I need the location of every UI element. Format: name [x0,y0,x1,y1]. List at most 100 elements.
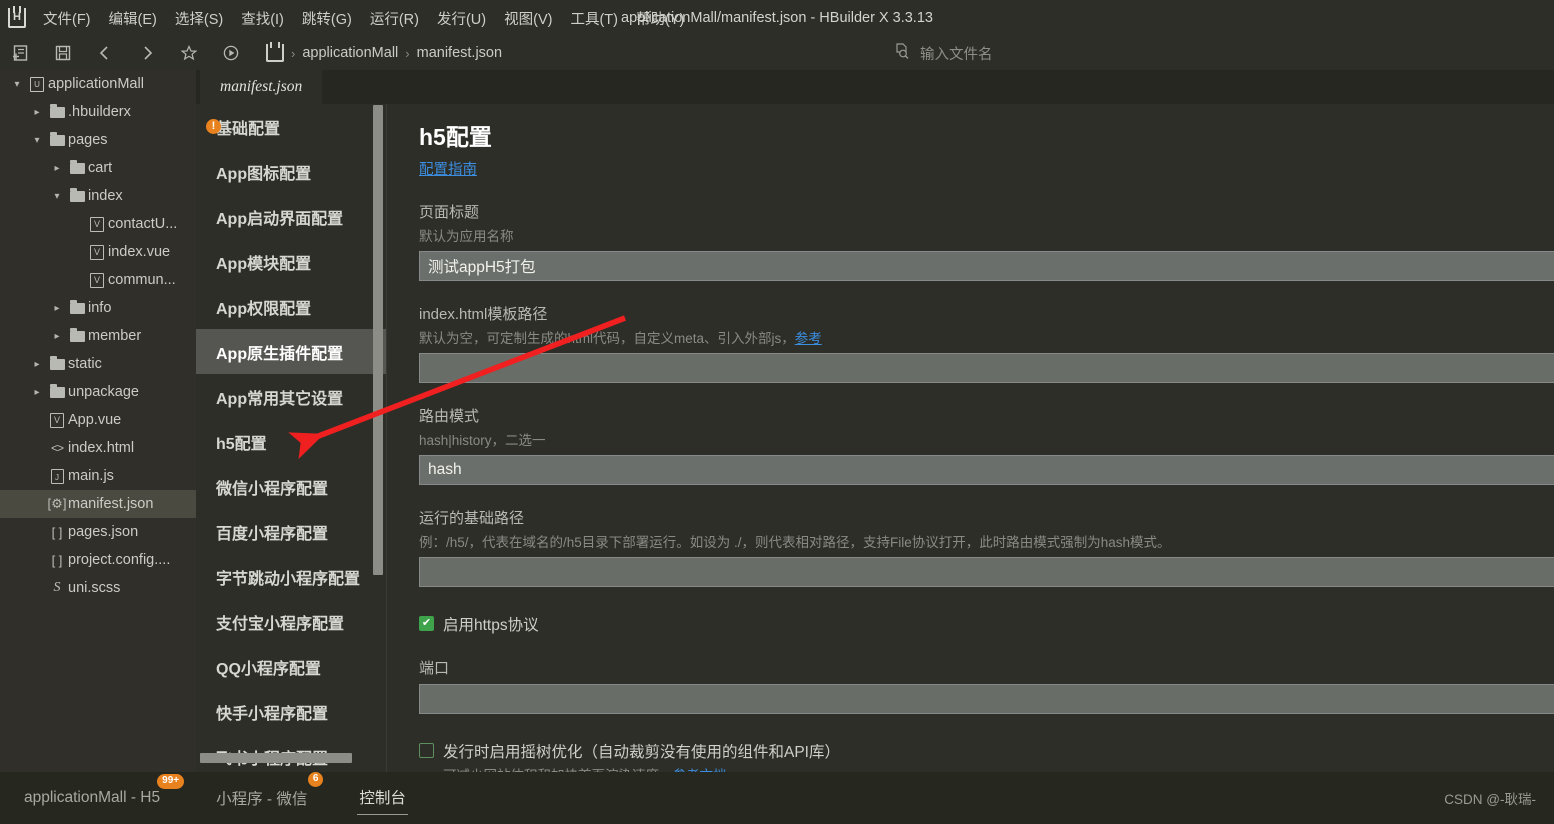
field-hint: 默认为应用名称 [419,229,514,244]
tree-item-pages[interactable]: ▾ pages [0,126,196,154]
tab-bar-filler [351,70,421,104]
config-item-label: 字节跳动小程序配置 [216,570,361,588]
tree-item-contactu---[interactable]: ▸VcontactU... [0,210,196,238]
field-hint-text: 默认为空，可定制生成的html代码，自定义meta、引入外部js， [419,331,795,346]
tree-item-label: pages.json [68,524,139,540]
back-icon[interactable] [84,36,126,70]
menu-item-run[interactable]: 运行(R) [361,4,428,33]
tree-item-pages-json[interactable]: ▸[ ]pages.json [0,518,196,546]
chevron-right-icon[interactable]: ▸ [48,331,66,342]
tree-item-member[interactable]: ▸ member [0,322,196,350]
save-icon[interactable] [42,36,84,70]
menu-item-find[interactable]: 查找(I) [232,4,293,33]
tree-item-static[interactable]: ▸ static [0,350,196,378]
field-index-html-template-path: index.html模板路径 默认为空，可定制生成的html代码，自定义meta… [419,303,1554,383]
status-tab-weixin-badge: 6 [307,772,324,787]
base-path-input[interactable] [419,557,1554,587]
tree-item-index-vue[interactable]: ▸Vindex.vue [0,238,196,266]
config-item-7[interactable]: h5配置 [196,419,386,464]
chevron-down-icon[interactable]: ▾ [28,135,46,146]
forward-icon[interactable] [126,36,168,70]
tree-shaking-checkbox[interactable] [419,743,434,758]
chevron-right-icon[interactable]: ▸ [28,387,46,398]
config-item-5[interactable]: App原生插件配置 [196,329,386,374]
field-hint-link[interactable]: 参考 [795,331,822,346]
toggle-sidebar-icon[interactable] [0,36,42,70]
tree-item-cart[interactable]: ▸ cart [0,154,196,182]
menu-item-view[interactable]: 视图(V) [495,4,561,33]
tree-item-project-config----[interactable]: ▸[ ]project.config.... [0,546,196,574]
chevron-right-icon[interactable]: ▸ [28,359,46,370]
config-list-scrollbar-horizontal[interactable] [200,753,352,763]
folder-icon [69,187,85,202]
tree-item--hbuilderx[interactable]: ▸ .hbuilderx [0,98,196,126]
favorite-icon[interactable] [168,36,210,70]
menu-item-publish[interactable]: 发行(U) [428,4,495,33]
tree-item-info[interactable]: ▸ info [0,294,196,322]
menu-item-file[interactable]: 文件(F) [34,4,100,33]
config-item-12[interactable]: QQ小程序配置 [196,644,386,689]
config-item-label: 基础配置 [216,120,281,138]
config-item-11[interactable]: 支付宝小程序配置 [196,599,386,644]
port-input[interactable] [419,684,1554,714]
menu-item-help[interactable]: 帮助(Y) [627,4,693,33]
tree-item-index[interactable]: ▾ index [0,182,196,210]
tree-item-commun---[interactable]: ▸Vcommun... [0,266,196,294]
field-label: 页面标题 [419,204,480,221]
page-title-input[interactable]: 测试appH5打包 [419,251,1554,281]
chevron-down-icon[interactable]: ▾ [8,79,26,90]
run-icon[interactable] [210,36,252,70]
tree-item-main-js[interactable]: ▸Jmain.js [0,462,196,490]
config-list-scrollbar-vertical[interactable] [373,105,383,575]
menu-item-edit[interactable]: 编辑(E) [100,4,166,33]
config-guide-link[interactable]: 配置指南 [419,158,477,179]
status-tab-console[interactable]: 控制台 [357,782,408,815]
config-item-9[interactable]: 百度小程序配置 [196,509,386,554]
page-title: h5配置 [419,124,492,150]
config-item-2[interactable]: App启动界面配置 [196,194,386,239]
config-item-0[interactable]: ! 基础配置 [196,104,386,149]
config-item-label: QQ小程序配置 [216,660,321,678]
tree-item-label: member [88,328,142,344]
tree-item-applicationmall[interactable]: ▾ UapplicationMall [0,70,196,98]
tree-shaking-sub: 可减少网站体积和加快首页渲染速度。参考文档 [443,764,840,772]
menu-item-tools[interactable]: 工具(T) [561,4,627,33]
status-tab-h5[interactable]: applicationMall - H5 99+ [22,774,185,811]
tree-item-index-html[interactable]: ▸<>index.html [0,434,196,462]
config-section-list[interactable]: ! 基础配置 App图标配置 App启动界面配置 App模块配置 App权限配置 App原生… [196,104,386,772]
menu-bar: H 文件(F) 编辑(E) 选择(S) 查找(I) 跳转(G) 运行(R) 发行… [0,0,1554,36]
row-tree-shaking[interactable]: 发行时启用摇树优化（自动裁剪没有使用的组件和API库） 可减少网站体积和加快首页… [419,740,1554,772]
tree-item-label: main.js [68,468,114,484]
chevron-right-icon[interactable]: ▸ [28,107,46,118]
config-item-10[interactable]: 字节跳动小程序配置 [196,554,386,599]
field-label: 运行的基础路径 [419,510,525,527]
breadcrumb-project[interactable]: applicationMall [302,45,398,61]
config-item-1[interactable]: App图标配置 [196,149,386,194]
config-item-4[interactable]: App权限配置 [196,284,386,329]
project-file-tree[interactable]: ▾ UapplicationMall ▸ .hbuilderx ▾ pages ▸ cart ▾… [0,70,196,772]
menu-item-select[interactable]: 选择(S) [166,4,232,33]
tab-manifest-json[interactable]: manifest.json [200,70,323,104]
chevron-right-icon[interactable]: ▸ [48,303,66,314]
chevron-right-icon[interactable]: ▸ [48,163,66,174]
config-item-6[interactable]: App常用其它设置 [196,374,386,419]
config-item-3[interactable]: App模块配置 [196,239,386,284]
row-enable-https[interactable]: ✔ 启用https协议 [419,613,1554,635]
tree-item-manifest-json[interactable]: ▸[⚙]manifest.json [0,490,196,518]
tree-item-unpackage[interactable]: ▸ unpackage [0,378,196,406]
config-item-13[interactable]: 快手小程序配置 [196,689,386,734]
status-tab-weixin[interactable]: 小程序 - 微信 6 [214,772,324,813]
config-item-8[interactable]: 微信小程序配置 [196,464,386,509]
tree-item-uni-scss[interactable]: ▸Suni.scss [0,574,196,602]
breadcrumb-file[interactable]: manifest.json [417,45,502,61]
file-search-box[interactable]: 输入文件名 [893,36,1223,70]
router-mode-input[interactable]: hash [419,455,1554,485]
index-html-template-path-input[interactable] [419,353,1554,383]
tree-item-label: applicationMall [48,76,144,92]
chevron-down-icon[interactable]: ▾ [48,191,66,202]
tree-item-app-vue[interactable]: ▸VApp.vue [0,406,196,434]
enable-https-checkbox[interactable]: ✔ [419,616,434,631]
menu-item-goto[interactable]: 跳转(G) [293,4,361,33]
status-tab-h5-label: applicationMall - H5 [24,789,161,806]
vue-file-icon: V [90,272,104,288]
